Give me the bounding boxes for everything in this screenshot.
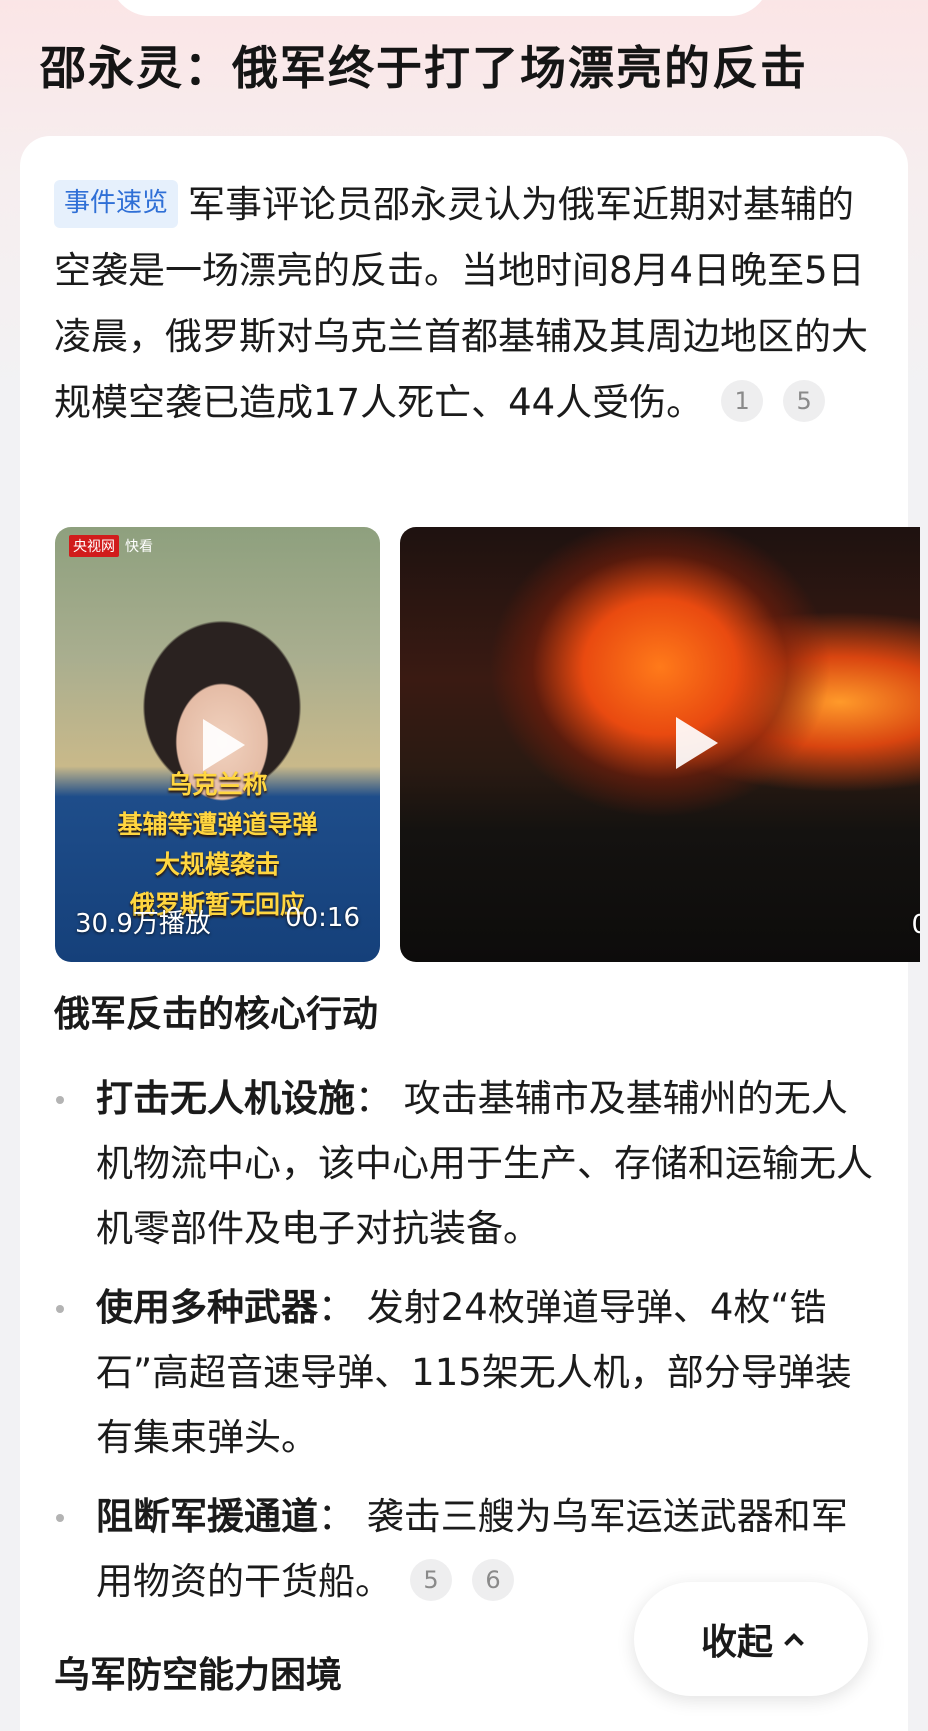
section-heading: 俄军反击的核心行动 (54, 994, 379, 1035)
video-duration: 00:16 (285, 903, 360, 933)
list-item: 打击无人机设施： 攻击基辅市及基辅州的无人机物流中心，该中心用于生产、存储和运输… (52, 1066, 882, 1261)
video-caption: 乌克兰称 基辅等遭弹道导弹 大规模袭击 俄罗斯暂无回应 (117, 770, 318, 919)
citation-badge[interactable]: 6 (472, 1559, 514, 1601)
video-meta: 0 (911, 910, 920, 940)
bullet-dot-icon (56, 1305, 64, 1313)
video-duration: 0 (911, 910, 920, 940)
play-icon[interactable] (676, 717, 718, 769)
video-source-logo: 央视网 快看 (69, 535, 153, 557)
video-card[interactable]: 0 (400, 527, 920, 962)
citation-badge[interactable]: 5 (410, 1559, 452, 1601)
collapse-button[interactable]: 收起 (634, 1582, 868, 1696)
bullet-label: 阻断军援通道 (96, 1495, 318, 1538)
bullet-dot-icon (56, 1514, 64, 1522)
bullet-label: 打击无人机设施 (96, 1077, 355, 1120)
list-item: 使用多种武器： 发射24枚弹道导弹、4枚“锆石”高超音速导弹、115架无人机，部… (52, 1275, 882, 1470)
video-card[interactable]: 央视网 快看 乌克兰称 基辅等遭弹道导弹 大规模袭击 俄罗斯暂无回应 30.9万… (55, 527, 380, 962)
collapse-label: 收起 (700, 1622, 773, 1663)
event-overview-tag: 事件速览 (54, 180, 179, 228)
section-heading: 乌军防空能力困境 (54, 1655, 343, 1696)
video-meta: 30.9万播放 00:16 (75, 903, 360, 940)
citation-badge[interactable]: 5 (783, 380, 826, 422)
bullet-dot-icon (56, 1096, 64, 1104)
summary-paragraph: 事件速览 军事评论员邵永灵认为俄军近期对基辅的空袭是一场漂亮的反击。当地时间8月4… (54, 172, 884, 436)
play-count: 30.9万播放 (75, 909, 211, 939)
chevron-up-icon (784, 1633, 804, 1653)
top-search-pill[interactable] (110, 0, 770, 16)
citation-badge[interactable]: 1 (721, 380, 764, 422)
play-icon[interactable] (203, 719, 245, 771)
bullet-list: 打击无人机设施： 攻击基辅市及基辅州的无人机物流中心，该中心用于生产、存储和运输… (52, 1066, 882, 1628)
bullet-label: 使用多种武器 (96, 1286, 318, 1329)
page-title: 邵永灵：俄军终于打了场漂亮的反击 (40, 41, 808, 95)
